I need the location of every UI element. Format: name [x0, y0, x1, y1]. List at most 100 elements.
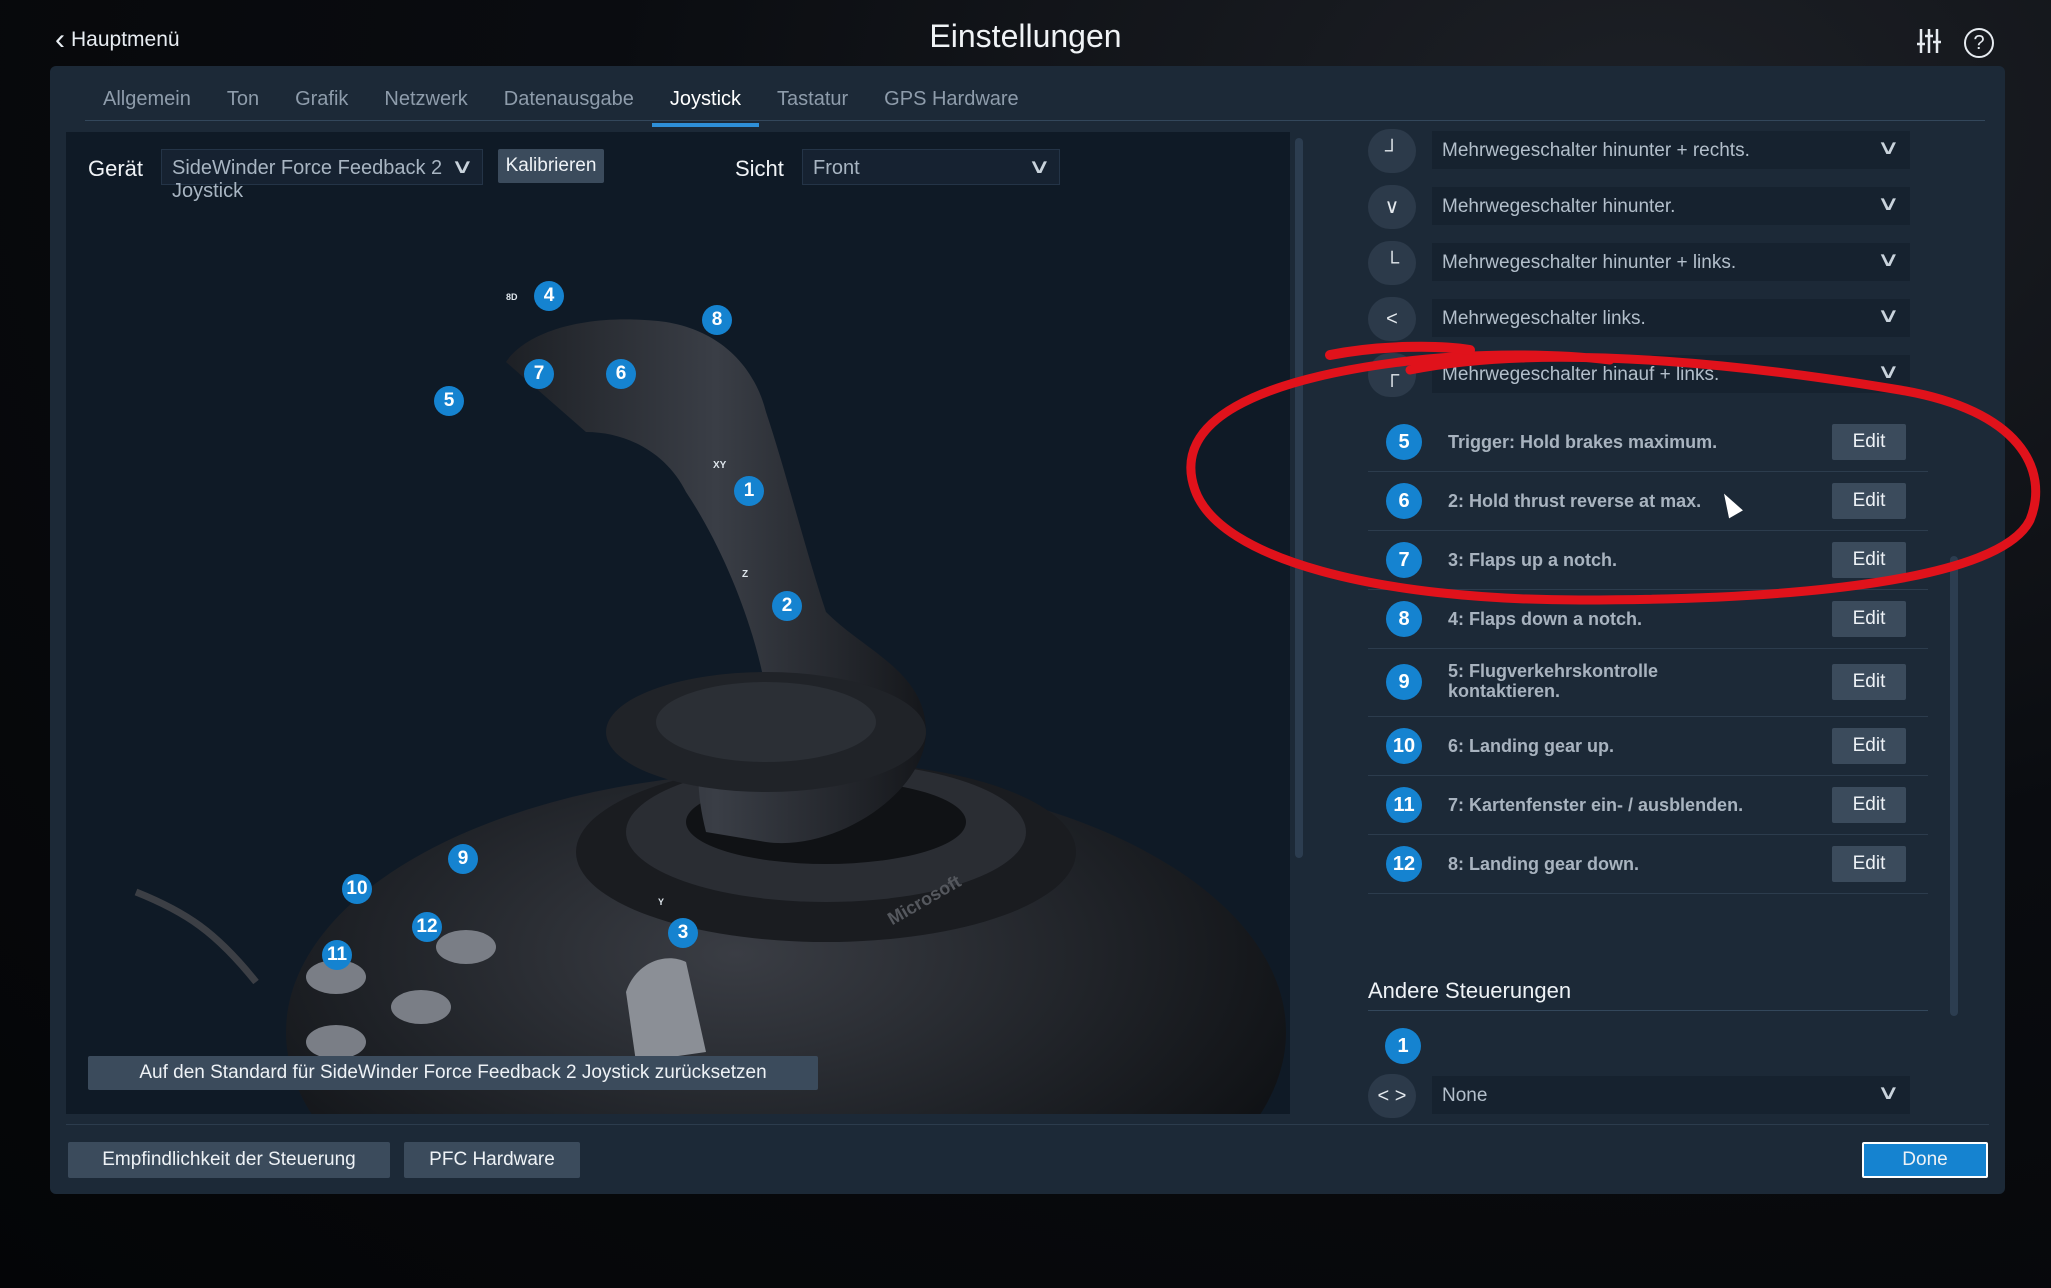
- chevron-down-icon: ∨: [1876, 361, 1901, 383]
- hotspot-2[interactable]: 2: [772, 591, 802, 621]
- list-scrollbar[interactable]: [1950, 556, 1958, 1016]
- button-action: 7: Kartenfenster ein- / ausblenden.: [1448, 795, 1744, 815]
- joystick-illustration: [134, 319, 1286, 1114]
- hotspot-10[interactable]: 10: [342, 874, 372, 904]
- edit-button[interactable]: Edit: [1832, 787, 1906, 823]
- hotspot-8[interactable]: 8: [702, 305, 732, 335]
- hotspot-11[interactable]: 11: [322, 940, 352, 970]
- hotspot-6[interactable]: 6: [606, 359, 636, 389]
- pfc-hardware-button[interactable]: PFC Hardware: [404, 1142, 580, 1178]
- chevron-down-icon: ∨: [1876, 193, 1901, 215]
- button-row: 11 7: Kartenfenster ein- / ausblenden. E…: [1368, 776, 1928, 835]
- button-badge: 11: [1386, 787, 1422, 823]
- button-action: 8: Landing gear down.: [1448, 854, 1640, 874]
- view-scrollbar[interactable]: [1295, 138, 1303, 858]
- chevron-down-icon: ∨: [1027, 156, 1052, 178]
- edit-button[interactable]: Edit: [1832, 601, 1906, 637]
- hat-select[interactable]: Mehrwegeschalter hinunter + links. ∨: [1432, 243, 1910, 281]
- hat-select[interactable]: Mehrwegeschalter links. ∨: [1432, 299, 1910, 337]
- chevron-down-icon: ∨: [1876, 1082, 1901, 1104]
- view-select-value: Front: [813, 157, 860, 179]
- hat-row: ∨ Mehrwegeschalter hinunter. ∨: [1368, 179, 1928, 235]
- chevron-down-icon: ∨: [1876, 249, 1901, 271]
- hat-left-icon: <: [1368, 297, 1416, 341]
- button-action: 5: Flugverkehrskontrolle kontaktieren.: [1448, 661, 1659, 701]
- other-control-select[interactable]: None ∨: [1432, 1076, 1910, 1114]
- button-row: 5 Trigger: Hold brakes maximum. Edit: [1368, 413, 1928, 472]
- chevron-down-icon: ∨: [1876, 137, 1901, 159]
- device-label: Gerät: [88, 156, 144, 181]
- calibrate-button[interactable]: Kalibrieren: [498, 149, 604, 183]
- button-badge: 10: [1386, 728, 1422, 764]
- hat-select[interactable]: Mehrwegeschalter hinunter + rechts. ∨: [1432, 131, 1910, 169]
- xy-marker: XY: [713, 460, 727, 471]
- button-badge: 6: [1386, 483, 1422, 519]
- button-badge: 8: [1386, 601, 1422, 637]
- button-badge: 9: [1386, 664, 1422, 700]
- joystick-view: Gerät SideWinder Force Feedback 2 Joysti…: [66, 132, 1290, 1114]
- hat-select-value: Mehrwegeschalter hinauf + links.: [1442, 364, 1720, 385]
- chevron-down-icon: ∨: [1876, 305, 1901, 327]
- edit-button[interactable]: Edit: [1832, 542, 1906, 578]
- view-label: Sicht: [735, 156, 784, 181]
- hotspot-3[interactable]: 3: [668, 918, 698, 948]
- edit-button[interactable]: Edit: [1832, 424, 1906, 460]
- axis-left-right-icon: < >: [1368, 1074, 1416, 1118]
- hotspot-5[interactable]: 5: [434, 386, 464, 416]
- settings-panel: Allgemein Ton Grafik Netzwerk Datenausga…: [50, 66, 2005, 1194]
- hat-select[interactable]: Mehrwegeschalter hinauf + links. ∨: [1432, 355, 1910, 393]
- footer-divider: [66, 1124, 1989, 1125]
- button-row: 12 8: Landing gear down. Edit: [1368, 835, 1928, 894]
- hat-row: ┘ Mehrwegeschalter hinunter + rechts. ∨: [1368, 123, 1928, 179]
- other-control-value: None: [1442, 1085, 1488, 1106]
- hotspot-1[interactable]: 1: [734, 476, 764, 506]
- edit-button[interactable]: Edit: [1832, 728, 1906, 764]
- screen: { "topbar": { "back_label": "Hauptmenü",…: [0, 0, 2051, 1288]
- hat-row: └ Mehrwegeschalter hinunter + links. ∨: [1368, 235, 1928, 291]
- button-row: 7 3: Flaps up a notch. Edit: [1368, 531, 1928, 590]
- button-action: Trigger: Hold brakes maximum.: [1448, 432, 1718, 452]
- button-action: 6: Landing gear up.: [1448, 736, 1615, 756]
- help-icon[interactable]: ?: [1964, 28, 1994, 58]
- button-row: 8 4: Flaps down a notch. Edit: [1368, 590, 1928, 649]
- chevron-down-icon: ∨: [450, 156, 475, 178]
- done-button[interactable]: Done: [1862, 1142, 1988, 1178]
- hotspot-9[interactable]: 9: [448, 844, 478, 874]
- button-badge: 12: [1386, 846, 1422, 882]
- view-select[interactable]: Front ∨: [802, 149, 1060, 185]
- hotspot-12[interactable]: 12: [412, 912, 442, 942]
- hat-up-left-icon: ┌: [1368, 353, 1416, 397]
- other-controls-heading: Andere Steuerungen: [1368, 978, 1572, 1003]
- page-title: Einstellungen: [929, 18, 1122, 54]
- hat-select-value: Mehrwegeschalter hinunter + links.: [1442, 252, 1737, 273]
- hotspot-7[interactable]: 7: [524, 359, 554, 389]
- hat-row: ┌ Mehrwegeschalter hinauf + links. ∨: [1368, 347, 1928, 403]
- sliders-icon-svg: [1917, 29, 1941, 53]
- sensitivity-button[interactable]: Empfindlichkeit der Steuerung: [68, 1142, 390, 1178]
- edit-button[interactable]: Edit: [1832, 483, 1906, 519]
- hat-select[interactable]: Mehrwegeschalter hinunter. ∨: [1432, 187, 1910, 225]
- button-action: 3: Flaps up a notch.: [1448, 550, 1618, 570]
- edit-button[interactable]: Edit: [1832, 664, 1906, 700]
- tab-divider: [85, 120, 1985, 121]
- button-row: 9 5: Flugverkehrskontrolle kontaktieren.…: [1368, 649, 1928, 717]
- button-action: 4: Flaps down a notch.: [1448, 609, 1643, 629]
- button-badge: 7: [1386, 542, 1422, 578]
- button-badge: 5: [1386, 424, 1422, 460]
- reset-default-button[interactable]: Auf den Standard für SideWinder Force Fe…: [88, 1056, 818, 1090]
- button-row: 10 6: Landing gear up. Edit: [1368, 717, 1928, 776]
- hat-down-left-icon: └: [1368, 241, 1416, 285]
- hat-row: < Mehrwegeschalter links. ∨: [1368, 291, 1928, 347]
- z-marker: Z: [742, 569, 749, 580]
- y-marker: Y: [658, 897, 665, 907]
- hat-select-value: Mehrwegeschalter hinunter + rechts.: [1442, 140, 1750, 161]
- edit-button[interactable]: Edit: [1832, 846, 1906, 882]
- hat-down-icon: ∨: [1368, 185, 1416, 229]
- other-controls-divider: [1368, 1010, 1928, 1011]
- button-row: 6 2: Hold thrust reverse at max. Edit: [1368, 472, 1928, 531]
- hat-down-right-icon: ┘: [1368, 129, 1416, 173]
- device-select[interactable]: SideWinder Force Feedback 2 Joystick ∨: [161, 149, 483, 202]
- hat-marker: 8D: [506, 292, 518, 302]
- hotspot-4[interactable]: 4: [534, 281, 564, 311]
- sliders-icon[interactable]: [1912, 26, 1946, 60]
